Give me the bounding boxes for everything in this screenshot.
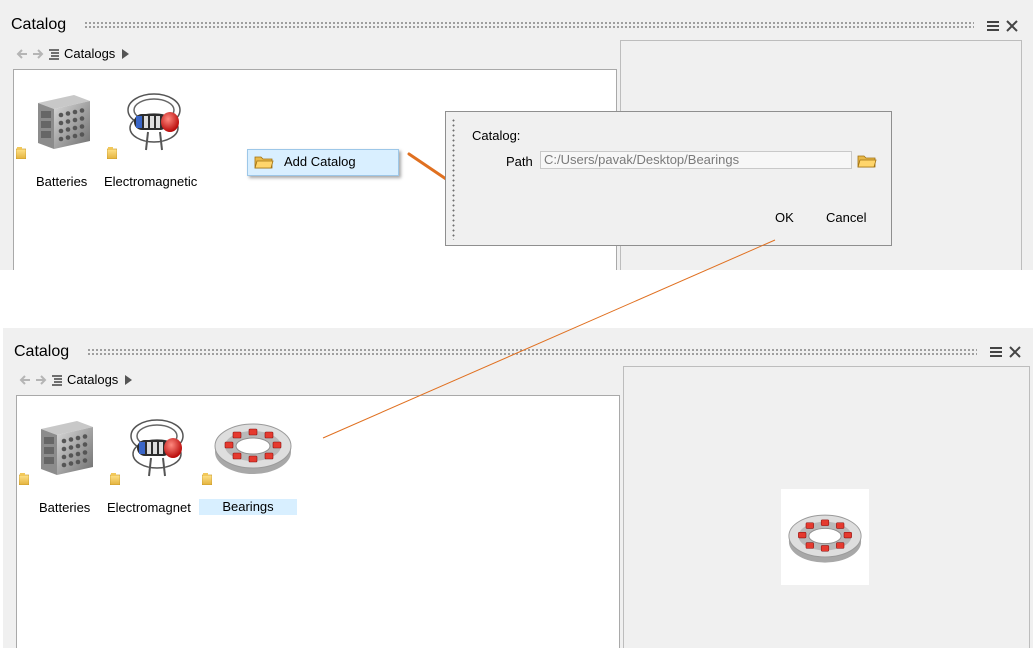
catalog-panel-bottom: Catalog Catalogs Batteries Electromagnet…	[3, 328, 1033, 648]
panel-grip[interactable]	[84, 21, 974, 29]
breadcrumb: Catalogs	[19, 372, 134, 387]
back-arrow-icon[interactable]	[19, 374, 31, 386]
electromagnetic-icon[interactable]	[127, 414, 189, 480]
forward-arrow-icon[interactable]	[35, 374, 47, 386]
menu-item-label: Add Catalog	[284, 154, 356, 169]
folder-icon	[19, 473, 29, 485]
path-label: Path	[506, 154, 533, 169]
close-icon[interactable]	[1005, 19, 1019, 33]
ok-button[interactable]: OK	[775, 210, 794, 225]
batteries-icon[interactable]	[37, 416, 97, 480]
folder-icon	[107, 147, 117, 159]
catalog-item-label[interactable]: Electromagnetic	[104, 174, 197, 189]
panel-title: Catalog	[11, 16, 67, 33]
dialog-heading: Catalog:	[472, 128, 521, 143]
catalog-browser-pane[interactable]: Batteries Electromagnet Bearings	[16, 395, 620, 648]
list-icon	[52, 374, 62, 386]
electromagnetic-icon[interactable]	[124, 88, 186, 154]
menu-item-add-catalog[interactable]: Add Catalog	[248, 150, 398, 175]
panel-title: Catalog	[14, 343, 70, 360]
folder-icon	[16, 147, 26, 159]
open-folder-icon	[254, 154, 274, 170]
path-field[interactable]: C:/Users/pavak/Desktop/Bearings	[540, 151, 852, 169]
breadcrumb-expand-icon[interactable]	[122, 374, 134, 386]
add-catalog-dialog: Catalog: Path C:/Users/pavak/Desktop/Bea…	[445, 111, 892, 246]
context-menu: Add Catalog	[247, 149, 399, 176]
folder-icon	[202, 473, 212, 485]
catalog-item-label-selected[interactable]: Bearings	[199, 499, 297, 515]
dialog-grip[interactable]	[452, 118, 455, 240]
batteries-icon[interactable]	[34, 90, 94, 154]
bearing-icon	[787, 507, 863, 567]
menu-icon[interactable]	[986, 19, 1000, 33]
close-icon[interactable]	[1008, 345, 1022, 359]
browse-folder-icon[interactable]	[857, 153, 877, 169]
list-icon	[49, 48, 59, 60]
preview-thumbnail	[781, 489, 869, 585]
catalog-item-label[interactable]: Batteries	[39, 500, 90, 515]
cancel-button[interactable]: Cancel	[826, 210, 866, 225]
breadcrumb-catalogs[interactable]: Catalogs	[67, 372, 118, 387]
folder-icon	[110, 473, 120, 485]
preview-pane	[623, 366, 1030, 648]
menu-icon[interactable]	[989, 345, 1003, 359]
breadcrumb-catalogs[interactable]: Catalogs	[64, 46, 115, 61]
breadcrumb-expand-icon[interactable]	[119, 48, 131, 60]
catalog-item-label[interactable]: Batteries	[36, 174, 87, 189]
panel-grip[interactable]	[87, 348, 977, 356]
bearing-icon[interactable]	[213, 416, 293, 478]
forward-arrow-icon[interactable]	[32, 48, 44, 60]
back-arrow-icon[interactable]	[16, 48, 28, 60]
catalog-item-label[interactable]: Electromagnet	[107, 500, 191, 515]
breadcrumb: Catalogs	[16, 46, 131, 61]
